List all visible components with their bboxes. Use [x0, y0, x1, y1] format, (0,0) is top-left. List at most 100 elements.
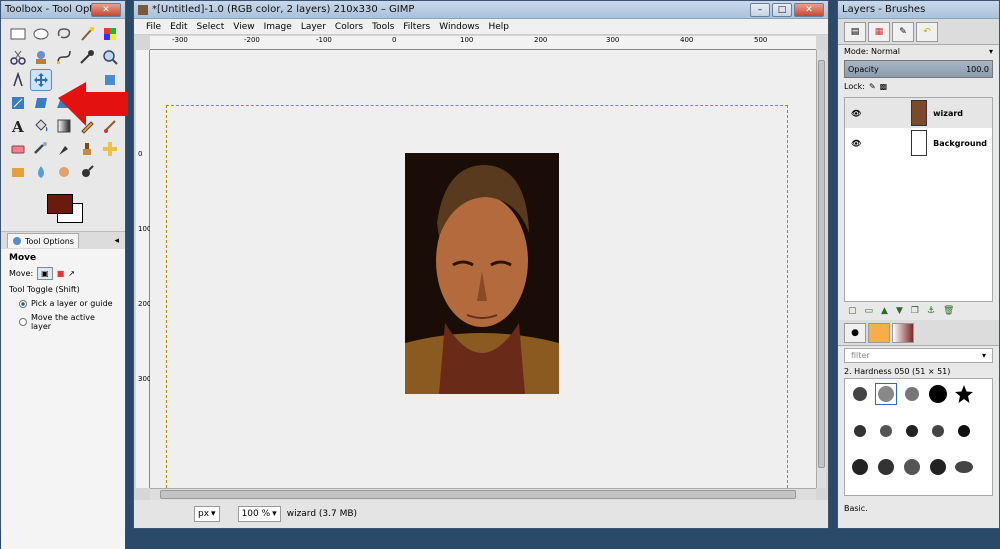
layer-row[interactable]: 👁 Background — [845, 128, 992, 158]
eye-icon[interactable]: 👁 — [851, 109, 861, 118]
menu-view[interactable]: View — [233, 22, 254, 32]
foreground-color-swatch[interactable] — [47, 194, 73, 214]
brush-item[interactable] — [901, 456, 923, 478]
lock-alpha-icon[interactable]: ▩ — [880, 82, 888, 91]
menu-select[interactable]: Select — [197, 22, 225, 32]
new-layer-icon[interactable]: ▢ — [848, 306, 857, 316]
blur-icon[interactable] — [30, 161, 52, 183]
wizard-layer-image[interactable] — [405, 153, 559, 394]
unit-select[interactable]: px ▾ — [194, 506, 220, 522]
brushes-tab-icon[interactable]: ● — [844, 322, 866, 343]
tab-menu-icon[interactable]: ◂ — [114, 236, 119, 246]
menu-tools[interactable]: Tools — [372, 22, 394, 32]
option-pick-row[interactable]: Pick a layer or guide — [9, 299, 117, 308]
layer-row[interactable]: 👁 wizard — [845, 98, 992, 128]
lower-layer-icon[interactable]: ▼ — [896, 306, 903, 316]
brush-item[interactable] — [849, 383, 871, 405]
option-active-radio[interactable] — [19, 318, 27, 326]
option-active-row[interactable]: Move the active layer — [9, 313, 117, 331]
foreground-select-icon[interactable] — [30, 46, 52, 68]
layers-tab-icon[interactable]: ▤ — [844, 21, 866, 42]
brush-item[interactable] — [849, 456, 871, 478]
close-button[interactable]: ✕ — [91, 2, 121, 17]
undo-tab-icon[interactable]: ↶ — [916, 21, 938, 42]
scale-icon[interactable] — [7, 92, 29, 114]
vertical-scrollbar[interactable] — [816, 50, 826, 488]
image-titlebar[interactable]: *[Untitled]-1.0 (RGB color, 2 layers) 21… — [134, 1, 828, 19]
brush-filter-row[interactable]: filter ▾ — [844, 348, 993, 363]
menu-layer[interactable]: Layer — [301, 22, 326, 32]
dodge-burn-icon[interactable] — [76, 161, 98, 183]
horizontal-scrollbar[interactable] — [150, 488, 816, 500]
opacity-slider[interactable]: Opacity 100.0 — [844, 60, 993, 78]
color-picker-icon[interactable] — [76, 46, 98, 68]
color-select-icon[interactable] — [99, 23, 121, 45]
delete-layer-icon[interactable]: 🗑 — [943, 306, 954, 316]
clone-icon[interactable] — [76, 138, 98, 160]
horizontal-scroll-thumb[interactable] — [160, 490, 796, 499]
vertical-scroll-thumb[interactable] — [818, 60, 825, 468]
option-pick-radio[interactable] — [19, 299, 27, 308]
move-tool-icon[interactable] — [30, 69, 52, 91]
patterns-tab-icon[interactable] — [868, 322, 890, 343]
brush-item[interactable] — [953, 456, 975, 478]
menu-filters[interactable]: Filters — [403, 22, 430, 32]
menu-file[interactable]: File — [146, 22, 161, 32]
eye-icon[interactable]: 👁 — [851, 139, 861, 148]
image-canvas[interactable] — [150, 50, 816, 493]
move-selection-icon[interactable]: ■ — [57, 269, 65, 278]
channels-tab-icon[interactable]: ▦ — [868, 21, 890, 42]
brush-item[interactable] — [927, 383, 949, 405]
gradients-tab-icon[interactable] — [892, 322, 914, 343]
menu-edit[interactable]: Edit — [170, 22, 187, 32]
perspective-clone-icon[interactable] — [7, 161, 29, 183]
measure-icon[interactable] — [7, 69, 29, 91]
zoom-icon[interactable] — [99, 46, 121, 68]
move-path-icon[interactable]: ↗ — [68, 269, 75, 278]
layers-titlebar[interactable]: Layers - Brushes — [838, 1, 999, 19]
airbrush-icon[interactable] — [30, 138, 52, 160]
fuzzy-select-icon[interactable] — [76, 23, 98, 45]
lasso-icon[interactable] — [53, 23, 75, 45]
zoom-select[interactable]: 100 % ▾ — [237, 506, 281, 522]
menu-help[interactable]: Help — [488, 22, 509, 32]
move-layer-icon[interactable]: ▣ — [37, 267, 53, 280]
lock-pixels-icon[interactable]: ✎ — [869, 82, 876, 91]
brush-item[interactable] — [901, 420, 923, 442]
horizontal-ruler[interactable]: -300 -200 -100 0 100 200 300 400 500 — [150, 36, 816, 50]
paths-tab-icon[interactable]: ✎ — [892, 21, 914, 42]
maximize-button[interactable]: □ — [772, 2, 792, 17]
tab-tool-options[interactable]: Tool Options — [7, 233, 79, 248]
rect-select-icon[interactable] — [7, 23, 29, 45]
text-tool-icon[interactable]: A — [7, 115, 29, 137]
menu-windows[interactable]: Windows — [439, 22, 479, 32]
mode-row[interactable]: Mode: Normal ▾ — [838, 45, 999, 58]
eraser-icon[interactable] — [7, 138, 29, 160]
menu-image[interactable]: Image — [264, 22, 292, 32]
heal-icon[interactable] — [99, 138, 121, 160]
ink-icon[interactable] — [53, 138, 75, 160]
scissors-icon[interactable] — [7, 46, 29, 68]
brush-item[interactable] — [875, 420, 897, 442]
brush-item[interactable] — [875, 383, 897, 405]
brush-item[interactable] — [901, 383, 923, 405]
bucket-fill-icon[interactable] — [30, 115, 52, 137]
brush-item[interactable] — [849, 420, 871, 442]
brush-item[interactable] — [953, 420, 975, 442]
raise-layer-icon[interactable]: ▲ — [881, 306, 888, 316]
brush-preset-row[interactable]: Basic. — [838, 502, 999, 515]
ellipse-select-icon[interactable] — [30, 23, 52, 45]
smudge-icon[interactable] — [53, 161, 75, 183]
brush-item[interactable] — [875, 456, 897, 478]
toolbox-titlebar[interactable]: Toolbox - Tool Options ✕ — [1, 1, 125, 19]
shear-icon[interactable] — [30, 92, 52, 114]
vertical-ruler[interactable]: 0 100 200 300 — [136, 50, 151, 488]
menu-colors[interactable]: Colors — [335, 22, 363, 32]
brush-item[interactable] — [953, 383, 975, 405]
anchor-icon[interactable]: ⚓ — [927, 306, 935, 316]
minimize-button[interactable]: – — [750, 2, 770, 17]
new-group-icon[interactable]: ▭ — [865, 306, 874, 316]
paths-icon[interactable] — [53, 46, 75, 68]
brush-item[interactable] — [927, 420, 949, 442]
close-button[interactable]: ✕ — [794, 2, 824, 17]
